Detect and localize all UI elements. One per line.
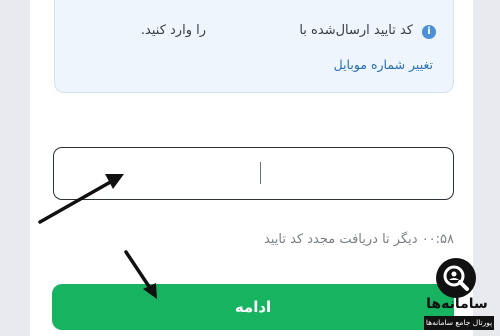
site-watermark: سامانه‌ها پورتال جامع سامانه‌ها — [424, 258, 498, 334]
watermark-logo-icon — [436, 258, 476, 298]
info-notice: i کد تایید ارسال‌شده با را وارد کنید. تغ… — [54, 0, 454, 93]
watermark-title: سامانه‌ها — [426, 296, 488, 312]
text-caret — [260, 162, 261, 184]
info-message-part2: را وارد کنید. — [140, 23, 206, 38]
continue-button[interactable]: ادامه — [52, 284, 454, 330]
resend-timer: ۰۰:۵۸ دیگر تا دریافت مجدد کد تایید — [264, 232, 454, 247]
info-icon: i — [422, 25, 436, 39]
verification-code-input[interactable] — [53, 147, 454, 200]
watermark-subtitle: پورتال جامع سامانه‌ها — [424, 316, 494, 330]
info-message-part1: کد تایید ارسال‌شده با — [299, 23, 413, 38]
change-mobile-link[interactable]: تغییر شماره موبایل — [334, 57, 433, 72]
